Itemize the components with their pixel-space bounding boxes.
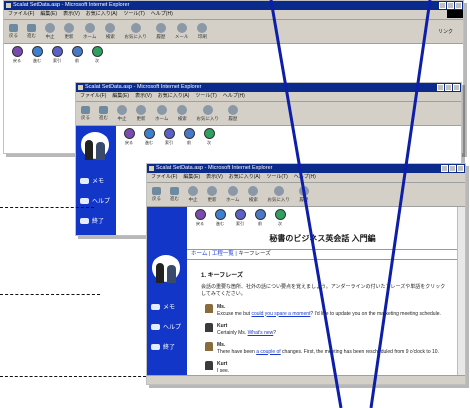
perspective-line-left <box>269 0 343 408</box>
perspective-line-right <box>369 0 432 408</box>
perspective-lines <box>269 0 432 408</box>
